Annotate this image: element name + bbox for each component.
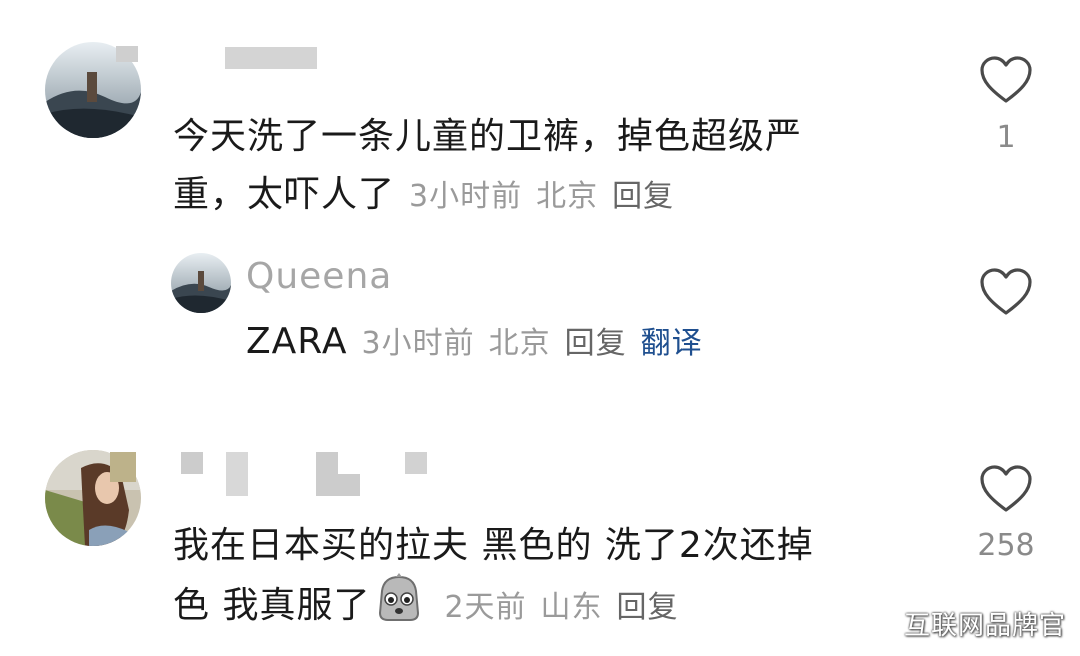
comment-text-line: 色 我真服了: [173, 585, 371, 626]
comment-text: 我在日本买的拉夫 黑色的 洗了2次还掉: [173, 517, 814, 575]
redacted-username: [338, 474, 360, 496]
watermark: 互联网品牌官: [903, 611, 1066, 641]
crying-face-emoji: [374, 573, 424, 641]
redacted-username: [226, 452, 248, 496]
reply-button[interactable]: 回复: [565, 326, 627, 361]
redacted-username: [181, 452, 203, 474]
reply-text-body: ZARA: [246, 321, 348, 362]
comment-text: 重，太吓人了 3小时前 北京 回复: [173, 166, 674, 226]
comment-text: 色 我真服了 2天前 山东 回复: [173, 573, 679, 641]
heart-icon[interactable]: [979, 267, 1033, 317]
redacted-username: [225, 47, 317, 69]
comment-text-line: 今天洗了一条儿童的卫裤，掉色超级严: [173, 116, 803, 157]
heart-icon[interactable]: [979, 464, 1033, 514]
timestamp: 3小时前: [361, 326, 475, 361]
location: 北京: [488, 326, 551, 361]
location: 北京: [536, 179, 599, 214]
redacted-username: [116, 46, 138, 62]
location: 山东: [540, 590, 603, 625]
like-count: 258: [977, 528, 1035, 563]
translate-button[interactable]: 翻译: [641, 326, 703, 361]
reply-text: ZARA 3小时前 北京 回复 翻译: [246, 313, 703, 373]
avatar[interactable]: [171, 253, 231, 313]
redacted-username: [110, 452, 136, 482]
like-count: 1: [996, 120, 1016, 155]
timestamp: 3小时前: [409, 179, 523, 214]
redacted-username: [405, 452, 427, 474]
comment-text-line: 我在日本买的拉夫 黑色的 洗了2次还掉: [173, 525, 814, 566]
comment-text-line: 重，太吓人了: [173, 174, 396, 215]
comment-text: 今天洗了一条儿童的卫裤，掉色超级严: [173, 108, 802, 166]
reply-button[interactable]: 回复: [612, 179, 674, 214]
redacted-username: [316, 452, 338, 496]
heart-icon[interactable]: [979, 55, 1033, 105]
reply-button[interactable]: 回复: [617, 590, 679, 625]
timestamp: 2天前: [444, 590, 527, 625]
reply-username[interactable]: Queena: [246, 256, 392, 297]
